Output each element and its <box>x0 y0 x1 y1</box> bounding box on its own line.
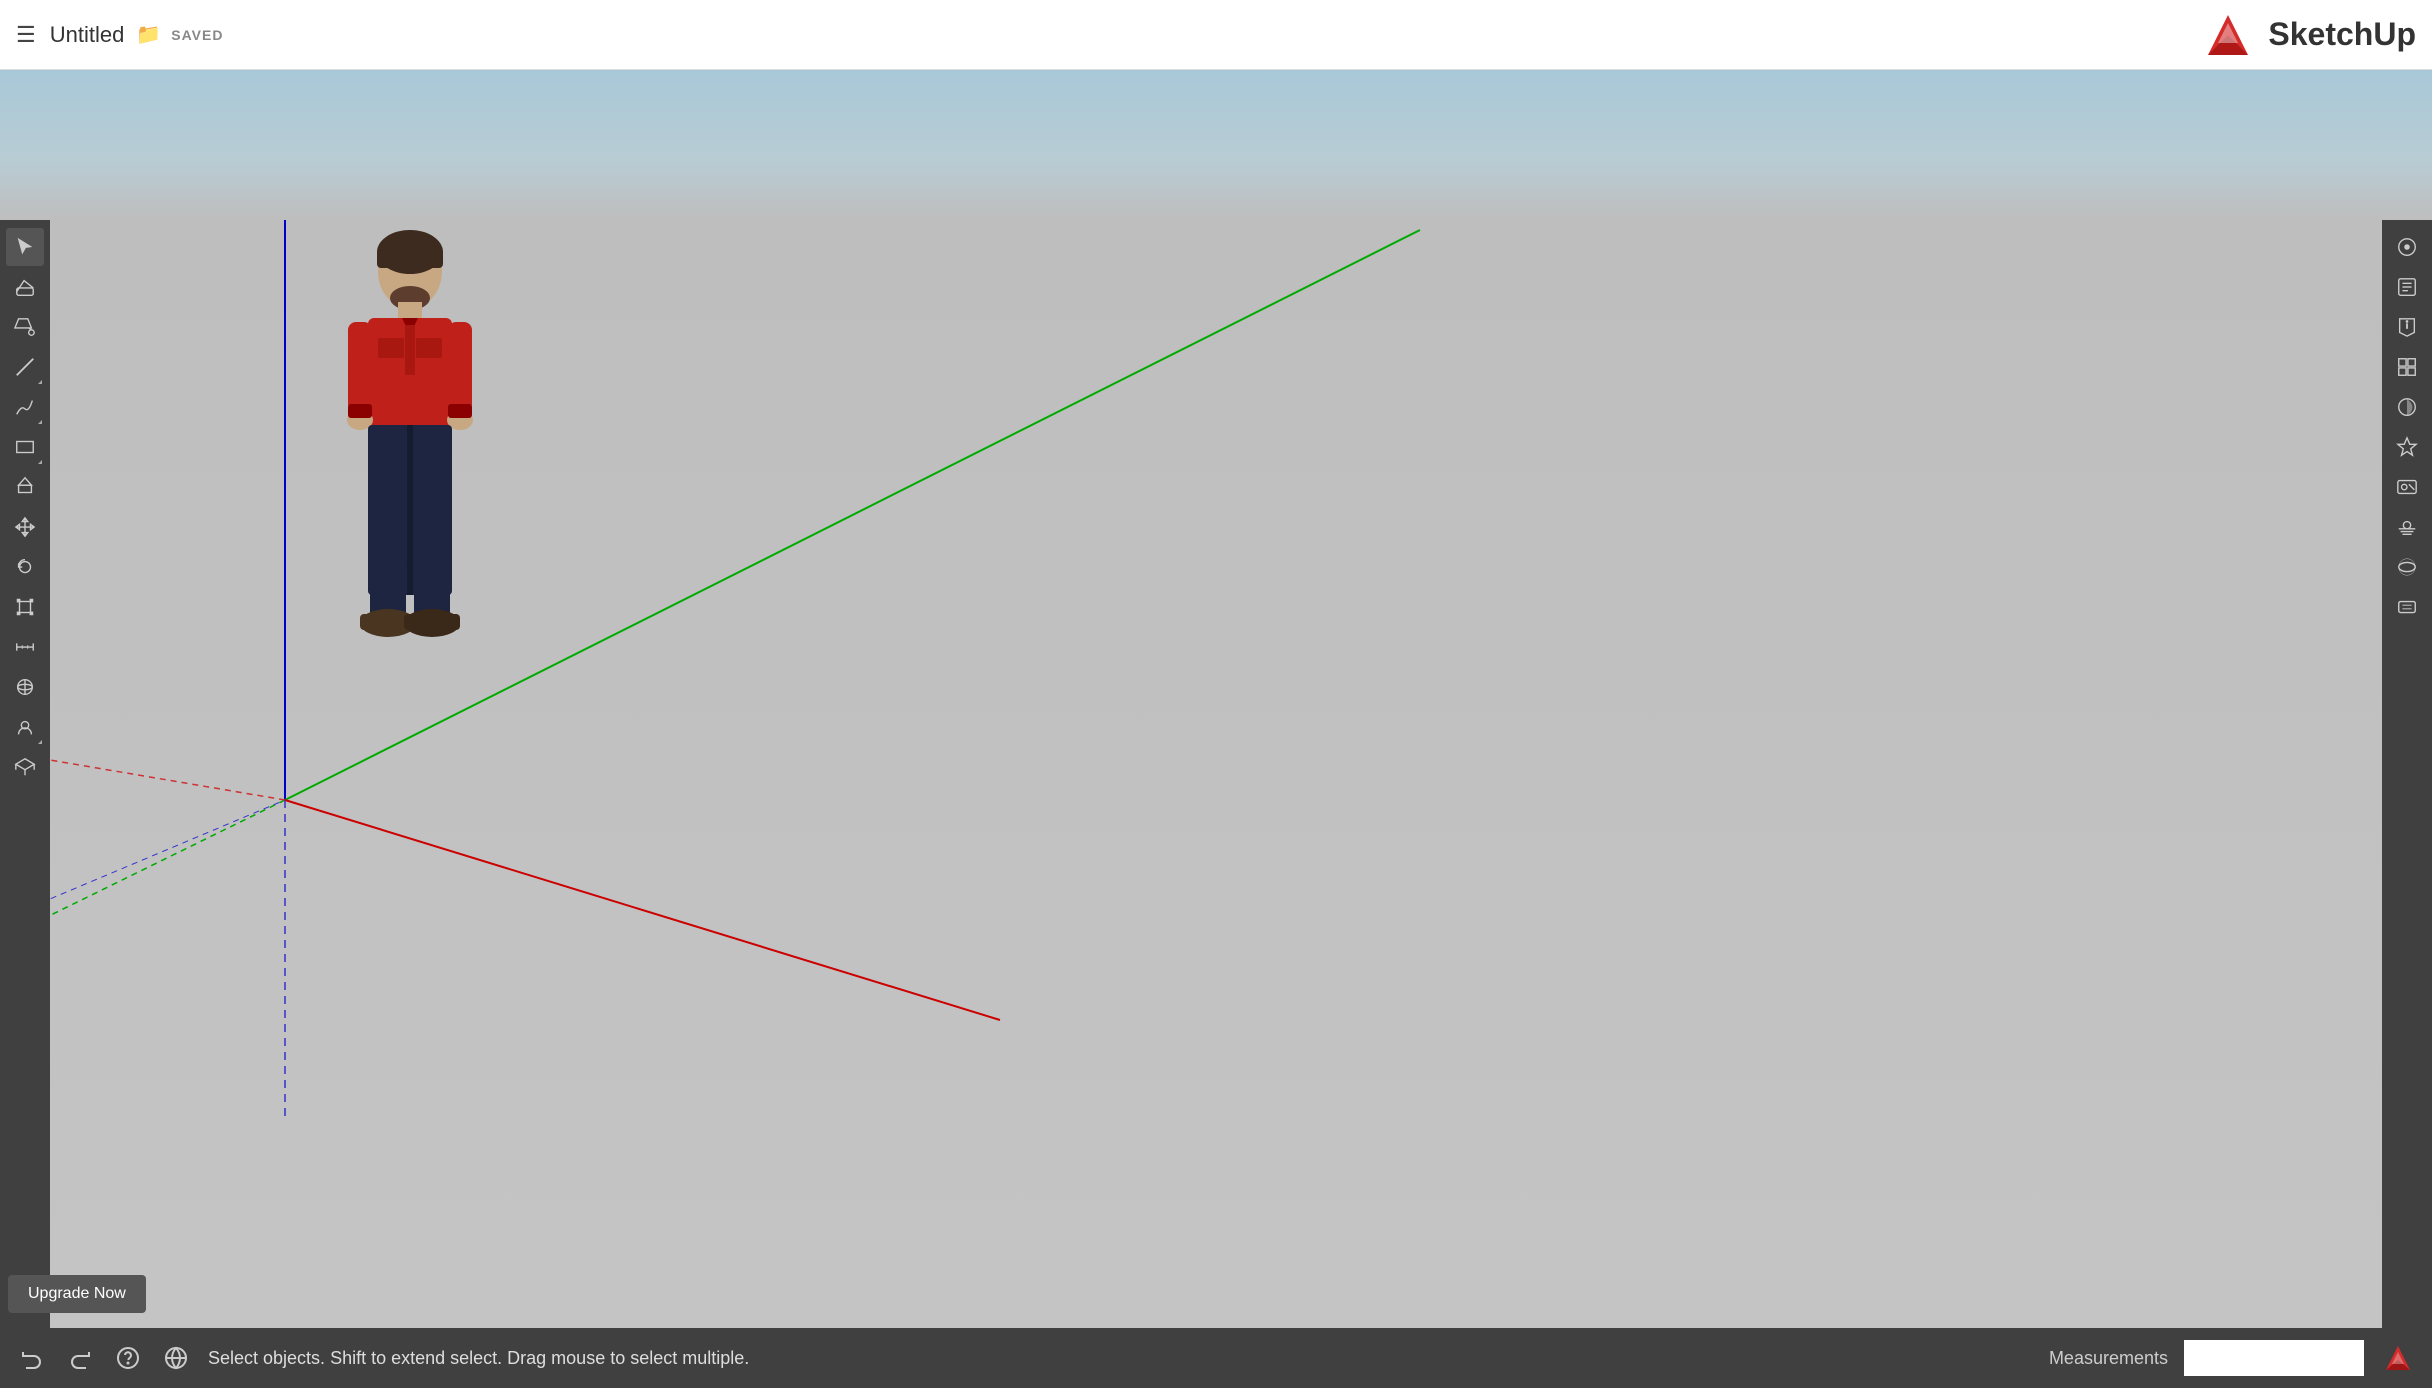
paint-bucket-tool[interactable] <box>6 308 44 346</box>
styles-tool[interactable] <box>2388 428 2426 466</box>
measurements-label: Measurements <box>2049 1348 2168 1369</box>
fog-tool[interactable] <box>2388 508 2426 546</box>
canvas-area[interactable] <box>0 220 2432 1328</box>
push-pull-tool[interactable] <box>6 468 44 506</box>
redo-button[interactable] <box>64 1342 96 1374</box>
scale-tool[interactable] <box>6 588 44 626</box>
line-tool[interactable] <box>6 348 44 386</box>
sketchup-badge-icon <box>2380 1340 2416 1376</box>
eraser-tool[interactable] <box>6 268 44 306</box>
measurements-input[interactable] <box>2184 1340 2364 1376</box>
match-photo-tool[interactable] <box>2388 548 2426 586</box>
tape-measure-tool[interactable] <box>6 628 44 666</box>
materials-tool[interactable] <box>2388 388 2426 426</box>
instructor-tool[interactable] <box>2388 308 2426 346</box>
move-tool[interactable] <box>6 508 44 546</box>
document-title: Untitled <box>50 22 125 48</box>
status-bar: Select objects. Shift to extend select. … <box>0 1328 2432 1388</box>
menu-icon[interactable]: ☰ <box>16 22 36 48</box>
rotate-tool[interactable] <box>6 548 44 586</box>
section-plane-tool[interactable] <box>6 748 44 786</box>
look-around-tool[interactable] <box>6 708 44 746</box>
sky-area <box>0 70 2432 220</box>
human-figure <box>330 230 490 660</box>
orbit-tool[interactable] <box>6 668 44 706</box>
sketchup-logo: SketchUp <box>2198 5 2416 65</box>
status-text: Select objects. Shift to extend select. … <box>208 1348 2033 1369</box>
left-toolbar <box>0 220 50 1328</box>
upgrade-now-button[interactable]: Upgrade Now <box>8 1275 146 1313</box>
select-tool[interactable] <box>6 228 44 266</box>
topbar: ☰ Untitled 📁 SAVED SketchUp <box>0 0 2432 70</box>
entity-info-tool[interactable] <box>2388 268 2426 306</box>
right-toolbar <box>2382 220 2432 1328</box>
saved-badge: SAVED <box>171 27 223 43</box>
freehand-tool[interactable] <box>6 388 44 426</box>
location-button[interactable] <box>160 1342 192 1374</box>
rectangle-tool[interactable] <box>6 428 44 466</box>
undo-button[interactable] <box>16 1342 48 1374</box>
scenes-tool[interactable] <box>2388 468 2426 506</box>
default-tray-tool[interactable] <box>2388 228 2426 266</box>
sketchup-logo-icon <box>2198 5 2258 65</box>
components-tool[interactable] <box>2388 348 2426 386</box>
help-button[interactable] <box>112 1342 144 1374</box>
folder-icon[interactable]: 📁 <box>136 22 161 47</box>
sketchup-logo-text: SketchUp <box>2268 16 2416 53</box>
soften-edges-tool[interactable] <box>2388 588 2426 626</box>
